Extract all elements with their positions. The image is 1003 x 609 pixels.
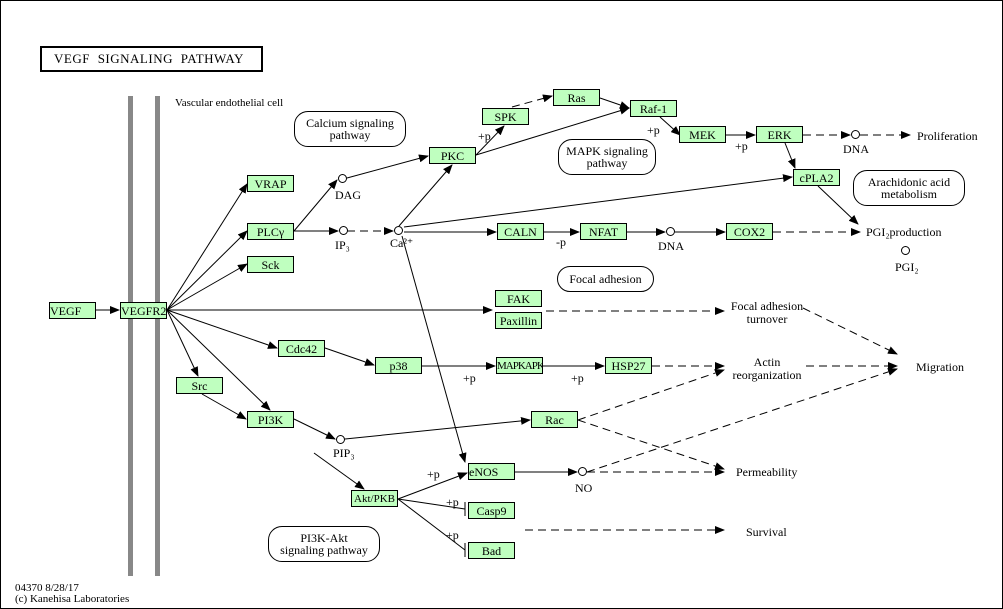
activation-edge [166, 183, 248, 311]
activation-edge [166, 309, 278, 349]
map-label: signaling pathway [280, 543, 368, 557]
gene-ras[interactable]: Ras [553, 89, 600, 106]
compound-pgi2[interactable] [901, 246, 910, 255]
footer-copyright: (c) Kanehisa Laboratories [15, 593, 130, 605]
activation-edge [784, 142, 796, 169]
compound-label-ip3: IP₃ [335, 238, 350, 252]
membrane-inner [155, 96, 160, 576]
edge-label-phospho: +p [735, 139, 748, 153]
gene-erk[interactable]: ERK [756, 126, 803, 143]
map-pi3k-akt-signaling[interactable]: PI3K-Akt signaling pathway [268, 526, 380, 562]
gene-sck[interactable]: Sck [247, 256, 294, 273]
activation-edge [201, 393, 247, 420]
cell-label: Vascular endothelial cell [175, 97, 284, 109]
gene-casp9[interactable]: Casp9 [468, 502, 515, 519]
activation-edge [398, 164, 453, 227]
edge-label-phospho: +p [571, 371, 584, 385]
gene-hsp27[interactable]: HSP27 [605, 357, 652, 374]
edge-label-phospho: +p [463, 371, 476, 385]
edge-label-phospho: +p [446, 528, 459, 542]
compound-ip3[interactable] [339, 226, 348, 235]
gene-plcg[interactable]: PLCγ [247, 223, 294, 240]
activation-edge [659, 116, 681, 136]
output-line: turnover [746, 312, 788, 326]
gene-cdc42[interactable]: Cdc42 [278, 340, 325, 357]
gene-raf1[interactable]: Raf-1 [630, 100, 677, 117]
compound-dna-proliferation[interactable] [851, 130, 860, 139]
compound-ca[interactable] [394, 226, 403, 235]
gene-bad[interactable]: Bad [468, 542, 515, 559]
indirect-edge [577, 369, 725, 421]
edge-label-phospho: +p [478, 129, 491, 143]
gene-pkc[interactable]: PKC [429, 147, 476, 164]
gene-akt[interactable]: Akt/PKB [351, 490, 398, 507]
compound-label-dna: DNA [843, 142, 869, 156]
indirect-edge [511, 94, 553, 108]
gene-mapkapk[interactable]: MAPKAPK [496, 357, 543, 374]
compound-label-dna: DNA [658, 239, 684, 253]
activation-edge [324, 347, 375, 366]
compound-label-no: NO [575, 481, 593, 495]
gene-rac[interactable]: Rac [531, 411, 578, 428]
compound-no[interactable] [578, 467, 587, 476]
compound-label-pgi2: PGI₂ [895, 260, 919, 274]
gene-spk[interactable]: SPK [482, 108, 529, 125]
map-calcium-signaling[interactable]: Calcium signaling pathway [294, 111, 406, 147]
output-proliferation: Proliferation [917, 129, 978, 143]
output-migration: Migration [916, 360, 964, 374]
gene-mek[interactable]: MEK [679, 126, 726, 143]
compound-label-dag: DAG [335, 188, 361, 202]
activation-edge [346, 154, 429, 179]
gene-vegfr2[interactable]: VEGFR2 [120, 302, 167, 319]
gene-fak[interactable]: FAK [495, 290, 542, 307]
map-label: pathway [586, 156, 628, 170]
map-arachidonic-acid[interactable]: Arachidonic acid metabolism [853, 170, 965, 206]
compound-label-pip3: PIP₃ [333, 446, 355, 460]
pathway-title: VEGF SIGNALING PATHWAY [40, 46, 263, 72]
edge-label-phospho: +p [427, 467, 440, 481]
compound-label-ca: Ca²⁺ [390, 236, 414, 250]
gene-paxillin[interactable]: Paxillin [495, 312, 542, 329]
map-focal-adhesion[interactable]: Focal adhesion [557, 266, 654, 292]
indirect-edge [802, 307, 898, 355]
indirect-edge [577, 419, 725, 470]
compound-dag[interactable] [338, 174, 347, 183]
activation-edge [344, 416, 531, 440]
output-line: reorganization [732, 368, 802, 382]
output-survival: Survival [746, 525, 787, 539]
output-permeability: Permeability [736, 465, 798, 479]
output-actin-reorganization: Actin reorganization [730, 356, 804, 382]
activation-edge [403, 174, 793, 228]
activation-edge [293, 418, 336, 440]
compound-dna-nfat[interactable] [666, 227, 675, 236]
edge-label-phospho: +p [647, 123, 660, 137]
edge-label-phospho: +p [446, 495, 459, 509]
gene-caln[interactable]: CALN [497, 223, 544, 240]
map-mapk-signaling[interactable]: MAPK signaling pathway [558, 139, 656, 175]
gene-src[interactable]: Src [176, 377, 223, 394]
gene-p38[interactable]: p38 [375, 357, 422, 374]
activation-edge [599, 97, 630, 109]
activation-edge [817, 185, 859, 225]
gene-nfat[interactable]: NFAT [580, 223, 627, 240]
activation-edge [166, 309, 271, 411]
gene-vegf[interactable]: VEGF [49, 302, 96, 319]
edge-label-dephospho: -p [556, 235, 566, 249]
activation-edge [293, 179, 338, 232]
membrane-outer [128, 96, 133, 576]
output-focal-adhesion-turnover: Focal adhesion turnover [730, 300, 804, 326]
pathway-canvas: VEGF SIGNALING PATHWAY Vascular endothel… [0, 0, 1003, 609]
activation-edge [166, 309, 199, 377]
output-pgi2-production: PGI₂production [866, 225, 942, 239]
map-label: Focal adhesion [569, 272, 642, 286]
gene-cpla2[interactable]: cPLA2 [793, 169, 840, 186]
gene-cox2[interactable]: COX2 [726, 223, 773, 240]
indirect-edge [586, 368, 898, 473]
gene-enos[interactable]: eNOS [468, 463, 515, 480]
compound-pip3[interactable] [336, 435, 345, 444]
gene-vrap[interactable]: VRAP [247, 175, 294, 192]
map-label: pathway [329, 128, 371, 142]
gene-pi3k[interactable]: PI3K [247, 411, 294, 428]
map-label: metabolism [880, 187, 937, 201]
